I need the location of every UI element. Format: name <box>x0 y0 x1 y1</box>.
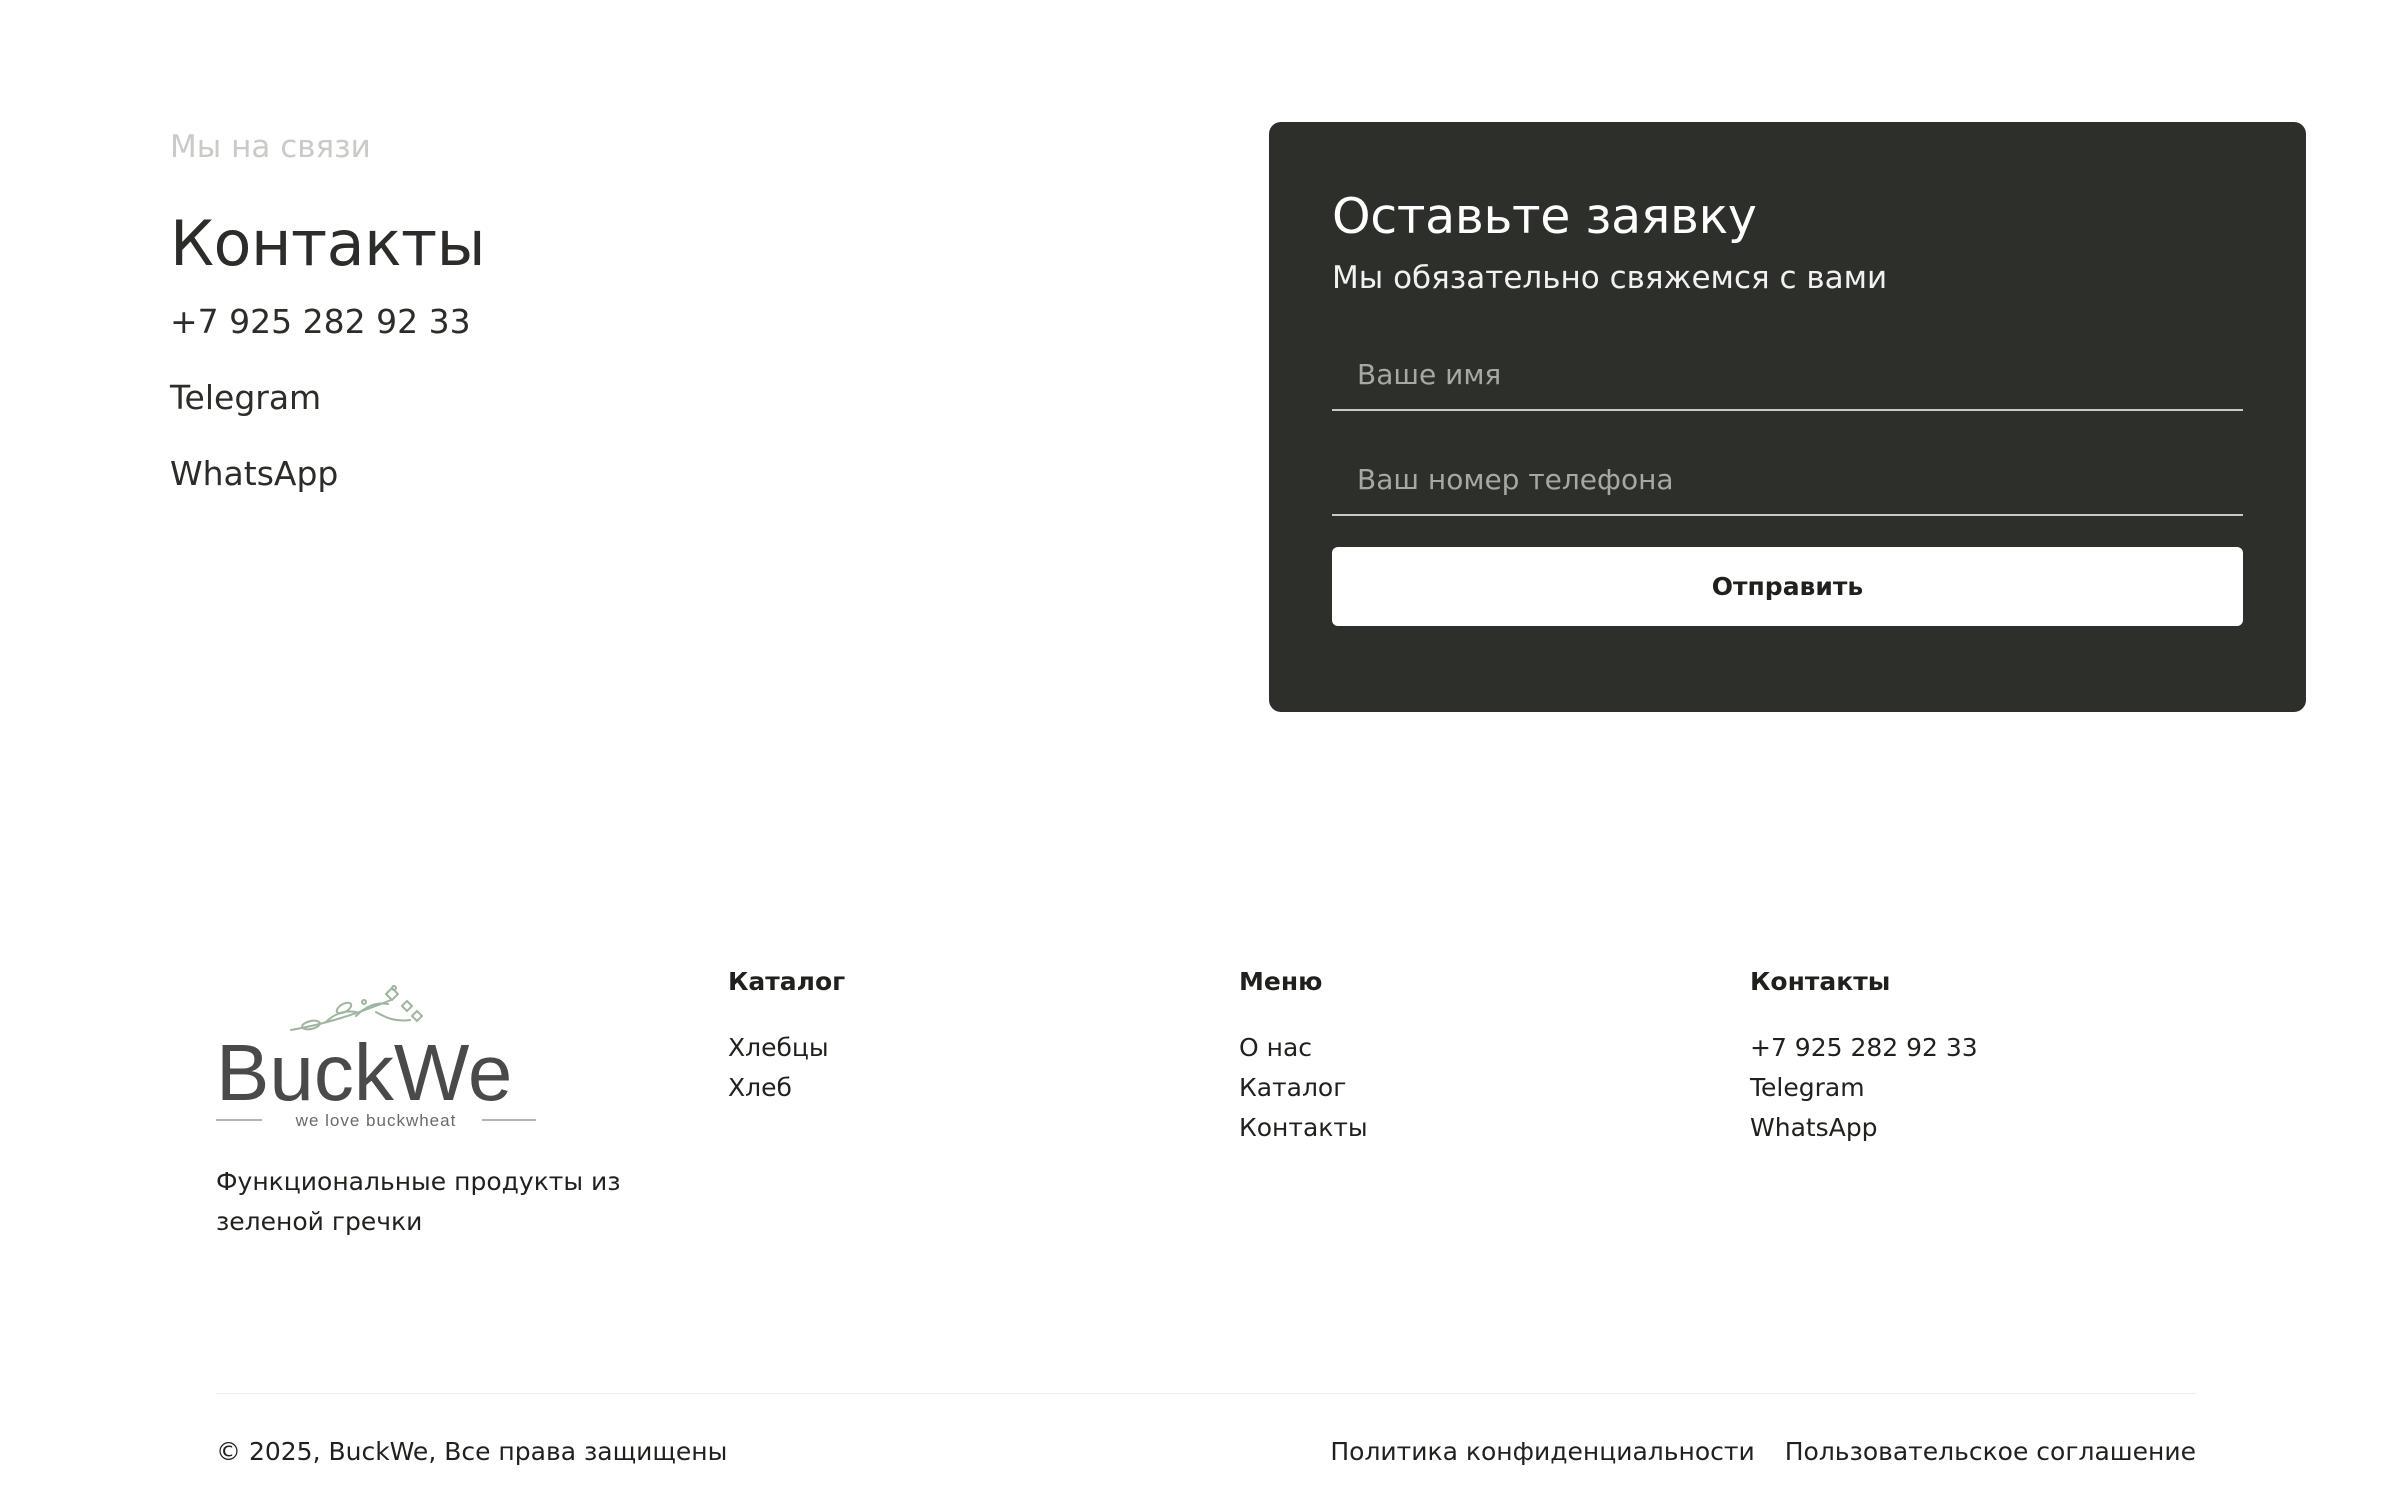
legal-links: Политика конфиденциальности Пользователь… <box>1330 1432 2196 1472</box>
contact-phone-link[interactable]: +7 925 282 92 33 <box>170 299 1070 345</box>
name-input[interactable] <box>1332 340 2243 408</box>
phone-input[interactable] <box>1332 445 2243 513</box>
footer-column-title: Контакты <box>1750 967 1891 996</box>
contact-links: +7 925 282 92 33 Telegram WhatsApp <box>170 299 1070 497</box>
contacts-title: Контакты <box>170 207 486 280</box>
request-form-card: Оставьте заявку Мы обязательно свяжемся … <box>1269 122 2306 712</box>
contacts-eyebrow: Мы на связи <box>170 129 371 165</box>
footer-link-contacts[interactable]: Контакты <box>1239 1113 1368 1142</box>
footer-column-title: Каталог <box>728 967 846 996</box>
logo-slogan-text: we love buckwheat <box>295 1111 457 1130</box>
footer-column-menu: Меню О нас Каталог Контакты <box>1239 962 1368 1148</box>
footer-column-contacts: Контакты +7 925 282 92 33 Telegram Whats… <box>1750 962 1978 1148</box>
contact-telegram-link[interactable]: Telegram <box>170 375 1070 421</box>
footer-link-bread[interactable]: Хлеб <box>728 1073 792 1102</box>
footer-link-catalog[interactable]: Каталог <box>1239 1073 1346 1102</box>
footer-column-title: Меню <box>1239 967 1323 996</box>
name-field <box>1332 340 2243 411</box>
footer-divider <box>216 1393 2196 1394</box>
contact-whatsapp-link[interactable]: WhatsApp <box>170 451 1070 497</box>
logo-brand-text: BuckWe <box>216 1028 512 1117</box>
footer-column-catalog: Каталог Хлебцы Хлеб <box>728 962 845 1108</box>
footer-link-crispbread[interactable]: Хлебцы <box>728 1033 829 1062</box>
contacts-section: Мы на связи Контакты +7 925 282 92 33 Te… <box>170 125 1070 527</box>
privacy-policy-link[interactable]: Политика конфиденциальности <box>1330 1432 1754 1472</box>
form-title: Оставьте заявку <box>1332 188 1757 245</box>
phone-field <box>1332 445 2243 516</box>
submit-button[interactable]: Отправить <box>1332 547 2243 626</box>
footer-tagline: Функциональные продукты из зеленой гречк… <box>216 1167 621 1236</box>
footer-logo-block: BuckWe we love buckwheat Функциональные … <box>216 972 621 1242</box>
buckwheat-branch-icon <box>290 985 424 1031</box>
footer-bottom-bar: © 2025, BuckWe, Все права защищены Полит… <box>216 1432 2196 1472</box>
footer-link-telegram[interactable]: Telegram <box>1750 1073 1865 1102</box>
copyright-text: © 2025, BuckWe, Все права защищены <box>216 1437 728 1466</box>
footer-link-whatsapp[interactable]: WhatsApp <box>1750 1113 1878 1142</box>
form-subtitle: Мы обязательно свяжемся с вами <box>1332 260 1888 296</box>
footer-link-phone[interactable]: +7 925 282 92 33 <box>1750 1033 1978 1062</box>
footer-link-about[interactable]: О нас <box>1239 1033 1312 1062</box>
user-agreement-link[interactable]: Пользовательское соглашение <box>1785 1432 2196 1472</box>
buckwe-logo[interactable]: BuckWe we love buckwheat <box>216 972 536 1132</box>
page: Мы на связи Контакты +7 925 282 92 33 Te… <box>0 0 2400 1500</box>
